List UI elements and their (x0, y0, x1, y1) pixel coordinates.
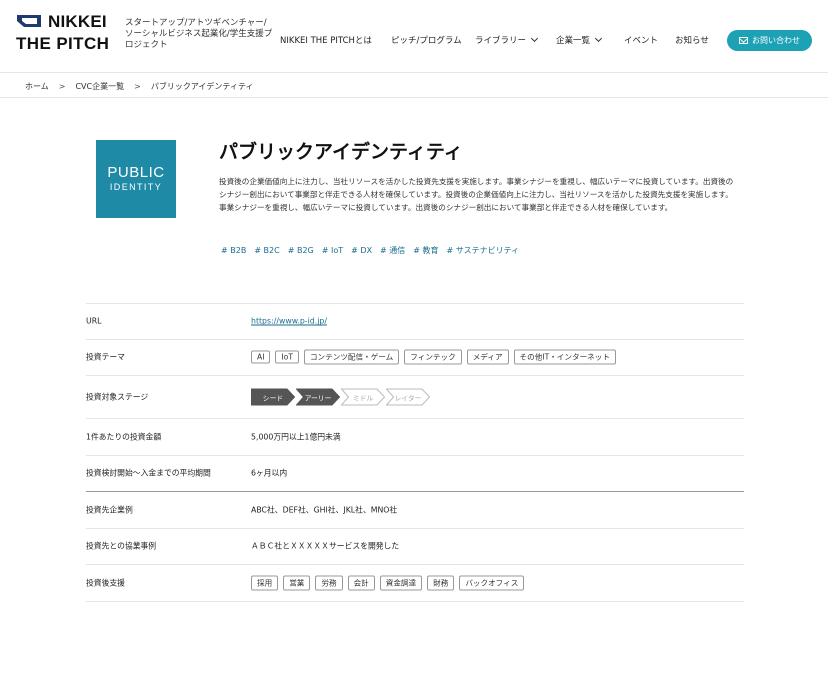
support-chip: バックオフィス (459, 575, 525, 591)
nav-pitch-program[interactable]: ピッチ/プログラム (391, 34, 462, 46)
tag-education[interactable]: # 教育 (413, 245, 438, 256)
nav-events[interactable]: イベント (624, 34, 658, 46)
info-value: 採用 営業 労務 会計 資金調達 財務 バックオフィス (251, 575, 529, 591)
info-row-collaboration: 投資先との協業事例 ＡＢＣ社とＸＸＸＸＸサービスを開発した (86, 529, 744, 565)
contact-button-label: お問い合わせ (752, 36, 800, 45)
mail-icon (739, 37, 748, 44)
info-value: ＡＢＣ社とＸＸＸＸＸサービスを開発した (251, 541, 400, 551)
support-chip: 営業 (283, 575, 311, 591)
nav-news-label: お知らせ (675, 36, 709, 46)
theme-chip: AI (251, 350, 271, 364)
nav-library-label: ライブラリー (475, 36, 527, 46)
nav-about-label: NIKKEI THE PITCHとは (280, 36, 372, 46)
breadcrumb-current: パブリックアイデンティティ (150, 82, 254, 91)
logo-text-nikkei: NIKKEI (48, 12, 107, 31)
info-value: 6ヶ月以内 (251, 468, 288, 478)
info-row-period: 投資検討開始〜入金までの平均期間 6ヶ月以内 (86, 456, 744, 492)
contact-button[interactable]: お問い合わせ (727, 30, 812, 51)
company-info-table: URL https://www.p-id.jp/ 投資テーマ AI IoT コンテン… (86, 303, 744, 602)
theme-chip: IoT (275, 350, 299, 364)
info-label: 投資後支援 (86, 578, 125, 588)
company-url-link[interactable]: https://www.p-id.jp/ (251, 317, 327, 326)
breadcrumb: ホーム > CVC企業一覧 > パブリックアイデンティティ (25, 81, 253, 92)
theme-chip: フィンテック (404, 349, 462, 365)
info-label: 1件あたりの投資金額 (86, 432, 162, 442)
info-label: 投資先企業例 (86, 505, 133, 515)
chevron-down-icon (594, 34, 603, 43)
company-logo-text-2: IDENTITY (109, 182, 163, 192)
stage-label: レイター (394, 394, 422, 402)
info-label: 投資検討開始〜入金までの平均期間 (86, 468, 211, 478)
theme-chip: その他IT・インターネット (513, 349, 616, 365)
support-chip: 資金調達 (379, 575, 423, 591)
support-chip: 財務 (427, 575, 455, 591)
info-label: 投資先との協業事例 (86, 541, 157, 551)
chevron-down-icon (530, 34, 539, 43)
info-label: URL (86, 316, 102, 326)
nav-news[interactable]: お知らせ (675, 34, 709, 46)
nav-companies[interactable]: 企業一覧 (556, 34, 603, 46)
stage-step: レイター (386, 388, 430, 406)
nav-library[interactable]: ライブラリー (475, 34, 539, 46)
info-row-portfolio: 投資先企業例 ABC社、DEF社、GHI社、JKL社、MNO社 (86, 492, 744, 529)
stage-label: アーリー (304, 394, 332, 402)
support-chip: 労務 (315, 575, 343, 591)
info-value: 5,000万円以上1億円未満 (251, 432, 341, 442)
theme-chip: コンテンツ配信・ゲーム (303, 349, 400, 365)
company-logo: PUBLIC IDENTITY (96, 140, 176, 218)
breadcrumb-bar: ホーム > CVC企業一覧 > パブリックアイデンティティ (0, 72, 828, 98)
tag-b2c[interactable]: # B2C (254, 246, 279, 255)
site-header: NIKKEI THE PITCH スタートアップ/アトツギベンチャー/ソーシャル… (0, 0, 828, 72)
nav-about[interactable]: NIKKEI THE PITCHとは (280, 34, 372, 46)
info-row-themes: 投資テーマ AI IoT コンテンツ配信・ゲーム フィンテック メディア その他IT・イン… (86, 340, 744, 376)
breadcrumb-cvc-list[interactable]: CVC企業一覧 (75, 81, 124, 92)
info-value: AI IoT コンテンツ配信・ゲーム フィンテック メディア その他IT・インターネット (251, 349, 621, 365)
stage-label: ミドル (352, 394, 374, 402)
breadcrumb-home[interactable]: ホーム (25, 81, 49, 92)
stage-label: シード (262, 394, 284, 402)
support-chip: 採用 (251, 575, 279, 591)
nav-events-label: イベント (624, 36, 659, 46)
info-label: 投資テーマ (86, 352, 125, 362)
company-logo-text-1: PUBLIC (107, 164, 165, 181)
info-row-support: 投資後支援 採用 営業 労務 会計 資金調達 財務 バックオフィス (86, 565, 744, 602)
breadcrumb-separator: > (134, 82, 141, 91)
tag-telecom[interactable]: # 通信 (380, 245, 405, 256)
theme-chip: メディア (466, 349, 509, 365)
site-logo[interactable]: NIKKEI THE PITCH (16, 12, 116, 53)
tag-b2b[interactable]: # B2B (221, 246, 246, 255)
info-label: 投資対象ステージ (86, 392, 149, 402)
info-value: https://www.p-id.jp/ (251, 317, 327, 326)
stage-steps: シード アーリー ミドル レイター (251, 388, 431, 406)
info-row-stage: 投資対象ステージ シード アーリー ミドル レイター (86, 376, 744, 419)
support-chip: 会計 (347, 575, 375, 591)
stage-step: ミドル (341, 388, 385, 406)
tag-sustainability[interactable]: # サステナビリティ (447, 245, 520, 256)
info-row-url: URL https://www.p-id.jp/ (86, 303, 744, 340)
nav-companies-label: 企業一覧 (556, 36, 591, 46)
site-tagline: スタートアップ/アトツギベンチャー/ソーシャルビジネス起業化/学生支援プロジェク… (125, 18, 273, 50)
logo-text-the-pitch: THE PITCH (16, 34, 110, 53)
stage-step: アーリー (296, 388, 340, 406)
company-tags: # B2B # B2C # B2G # IoT # DX # 通信 # 教育 # サステナビリ… (221, 245, 527, 256)
company-description: 投資後の企業価値向上に注力し、当社リソースを活かした投資先支援を実施します。事業… (219, 177, 734, 212)
tag-iot[interactable]: # IoT (322, 246, 343, 255)
nav-pitch-program-label: ピッチ/プログラム (391, 36, 462, 46)
info-value: ABC社、DEF社、GHI社、JKL社、MNO社 (251, 505, 398, 515)
company-name: パブリックアイデンティティ (219, 141, 463, 163)
logo-mark-icon (17, 15, 41, 27)
breadcrumb-separator: > (58, 82, 66, 91)
stage-step: シード (251, 388, 295, 406)
tag-b2g[interactable]: # B2G (288, 246, 314, 255)
tag-dx[interactable]: # DX (351, 246, 372, 255)
info-row-amount: 1件あたりの投資金額 5,000万円以上1億円未満 (86, 419, 744, 456)
